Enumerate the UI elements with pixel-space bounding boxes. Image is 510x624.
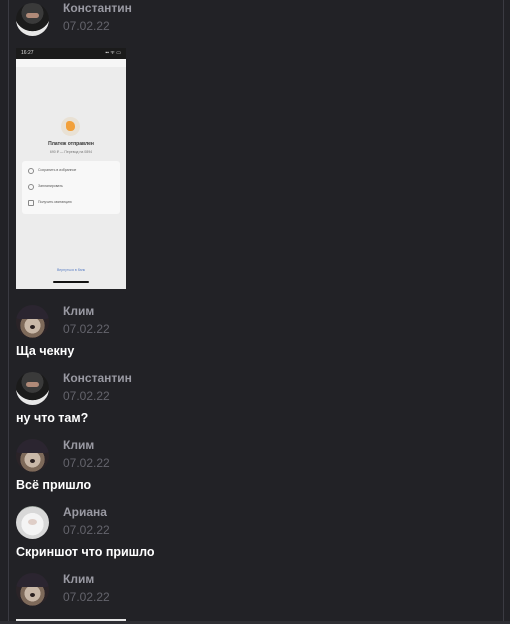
signal-icon: ▪▪ ᯤ ▭ (105, 50, 121, 56)
author-name[interactable]: Ариана (63, 505, 107, 519)
author-name[interactable]: Клим (63, 438, 94, 452)
thumbs-up-icon (61, 117, 80, 136)
author-name[interactable]: Клим (63, 304, 94, 318)
frame-border-left (8, 0, 9, 624)
star-icon (28, 168, 34, 174)
author-name[interactable]: Клим (63, 572, 94, 586)
message-text: Всё пришло (16, 478, 92, 492)
avatar[interactable] (16, 372, 49, 405)
payment-title: Платеж отправлен (48, 141, 94, 147)
avatar[interactable] (16, 506, 49, 539)
action-label: Получить квитанцию (38, 200, 72, 204)
avatar[interactable] (16, 573, 49, 606)
return-link: Вернуться в банк (56, 268, 86, 272)
message-date: 07.02.22 (63, 456, 110, 470)
message-text: ну что там? (16, 411, 89, 425)
avatar[interactable] (16, 305, 49, 338)
message-date: 07.02.22 (63, 389, 110, 403)
phone-header (16, 59, 126, 67)
receipt-icon (28, 200, 34, 206)
avatar[interactable] (16, 439, 49, 472)
payment-actions-card: Сохранить в избранное Запланировать Полу… (22, 161, 120, 214)
message-date: 07.02.22 (63, 523, 110, 537)
clock-icon (28, 184, 34, 190)
message-date: 07.02.22 (63, 590, 110, 604)
home-indicator (53, 281, 89, 283)
image-attachment[interactable]: 16:27 ▪▪ ᯤ ▭ Платеж отправлен 690 ₽ — Пе… (16, 48, 126, 289)
message-date: 07.02.22 (63, 322, 110, 336)
message-date: 07.02.22 (63, 19, 110, 33)
avatar[interactable] (16, 3, 49, 36)
action-label: Запланировать (38, 184, 63, 188)
message-text: Ща чекну (16, 344, 75, 358)
payment-subtitle: 690 ₽ — Перевод на 0894 (49, 150, 93, 154)
phone-time: 16:27 (21, 50, 34, 56)
frame-border-right (503, 0, 504, 624)
action-label: Сохранить в избранное (38, 168, 77, 172)
message-text: Скриншот что пришло (16, 545, 155, 559)
phone-status-bar: 16:27 ▪▪ ᯤ ▭ (16, 48, 126, 59)
author-name[interactable]: Константин (63, 1, 132, 15)
author-name[interactable]: Константин (63, 371, 132, 385)
